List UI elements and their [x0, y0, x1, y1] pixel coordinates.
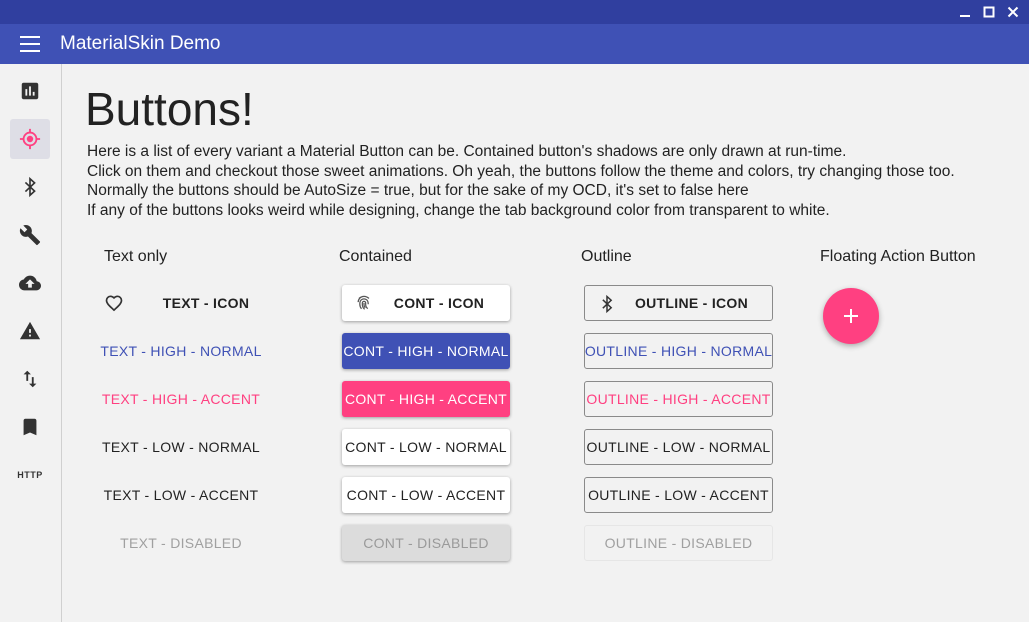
outline-high-accent-button[interactable]: OUTLINE - HIGH - ACCENT [584, 381, 773, 417]
close-icon [1007, 6, 1019, 18]
cloud-upload-icon [19, 275, 41, 291]
column-header-outline: Outline [581, 248, 632, 265]
contained-low-accent-button[interactable]: CONT - LOW - ACCENT [342, 477, 510, 513]
button-label: CONT - ICON [393, 295, 485, 311]
fingerprint-icon [354, 293, 374, 313]
column-header-contained: Contained [339, 248, 412, 265]
maximize-icon [983, 6, 995, 18]
description-line: Normally the buttons should be AutoSize … [87, 182, 749, 199]
bluetooth-icon [597, 294, 617, 314]
text-disabled-button: TEXT - DISABLED [120, 535, 242, 551]
hamburger-menu-icon[interactable] [20, 36, 40, 52]
sidebar-item-bookmark[interactable] [10, 407, 50, 447]
app-bar: MaterialSkin Demo [0, 24, 1029, 64]
close-button[interactable] [1001, 0, 1025, 24]
sidebar-item-target[interactable] [10, 119, 50, 159]
floating-action-button[interactable] [823, 288, 879, 344]
minimize-icon [960, 15, 970, 17]
outline-low-normal-button[interactable]: OUTLINE - LOW - NORMAL [584, 429, 773, 465]
text-high-normal-button[interactable]: TEXT - HIGH - NORMAL [92, 333, 270, 369]
minimize-button[interactable] [953, 0, 977, 24]
page-description: Here is a list of every variant a Materi… [87, 142, 955, 220]
wrench-icon [19, 225, 41, 246]
text-low-accent-button[interactable]: TEXT - LOW - ACCENT [92, 477, 270, 513]
main-content: Buttons! Here is a list of every variant… [62, 64, 1029, 622]
column-header-fab: Floating Action Button [820, 248, 976, 265]
sidebar-item-upload[interactable] [10, 263, 50, 303]
text-high-accent-button[interactable]: TEXT - HIGH - ACCENT [92, 381, 270, 417]
bar-chart-icon [21, 82, 39, 100]
text-low-normal-button[interactable]: TEXT - LOW - NORMAL [92, 429, 270, 465]
sidebar-item-swap[interactable] [10, 359, 50, 399]
description-line: If any of the buttons looks weird while … [87, 201, 830, 219]
contained-disabled-button: CONT - DISABLED [342, 525, 510, 561]
contained-high-accent-button[interactable]: CONT - HIGH - ACCENT [342, 381, 510, 417]
navigation-drawer: HTTP [0, 64, 62, 622]
bookmark-icon [23, 418, 37, 436]
plus-icon [844, 309, 858, 323]
warning-icon [19, 321, 41, 340]
sidebar-item-http[interactable]: HTTP [10, 455, 50, 495]
swap-vertical-icon [23, 370, 37, 388]
contained-icon-button[interactable]: CONT - ICON [342, 285, 510, 321]
gps-target-icon [19, 128, 41, 150]
contained-high-normal-button[interactable]: CONT - HIGH - NORMAL [342, 333, 510, 369]
button-label: TEXT - ICON [162, 295, 250, 311]
http-icon: HTTP [17, 470, 43, 480]
column-header-text-only: Text only [104, 248, 168, 265]
description-line: Click on them and checkout those sweet a… [87, 162, 955, 180]
heart-icon [104, 293, 124, 313]
contained-low-normal-button[interactable]: CONT - LOW - NORMAL [342, 429, 510, 465]
sidebar-item-tools[interactable] [10, 215, 50, 255]
button-label: OUTLINE - ICON [634, 295, 749, 311]
window-controls [953, 0, 1025, 24]
text-icon-button[interactable]: TEXT - ICON [92, 285, 270, 321]
sidebar-item-warning[interactable] [10, 311, 50, 351]
outline-high-normal-button[interactable]: OUTLINE - HIGH - NORMAL [584, 333, 773, 369]
bluetooth-icon [24, 176, 36, 198]
outline-disabled-button: OUTLINE - DISABLED [584, 525, 773, 561]
window-titlebar [0, 0, 1029, 24]
page-title: Buttons! [85, 83, 254, 135]
outline-icon-button[interactable]: OUTLINE - ICON [584, 285, 773, 321]
description-line: Here is a list of every variant a Materi… [87, 143, 847, 160]
sidebar-item-chart[interactable] [10, 71, 50, 111]
app-title: MaterialSkin Demo [60, 33, 221, 54]
outline-low-accent-button[interactable]: OUTLINE - LOW - ACCENT [584, 477, 773, 513]
maximize-button[interactable] [977, 0, 1001, 24]
sidebar-item-bluetooth[interactable] [10, 167, 50, 207]
